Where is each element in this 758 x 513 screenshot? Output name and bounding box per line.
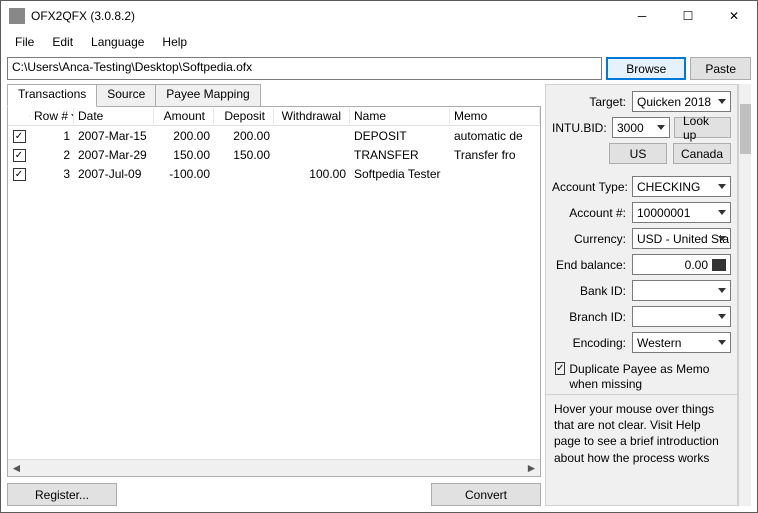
- cell-deposit: 200.00: [214, 128, 274, 144]
- titlebar: OFX2QFX (3.0.8.2) ─ ☐ ✕: [1, 1, 757, 31]
- main-row: Transactions Source Payee Mapping Row # …: [7, 84, 751, 506]
- table-row[interactable]: ✓ 3 2007-Jul-09 -100.00 100.00 Softpedia…: [8, 164, 540, 183]
- cell-withdrawal: [274, 154, 350, 156]
- col-memo[interactable]: Memo: [450, 108, 540, 124]
- tab-strip: Transactions Source Payee Mapping: [7, 84, 541, 106]
- cell-amount: 200.00: [154, 128, 214, 144]
- window-title: OFX2QFX (3.0.8.2): [31, 9, 619, 23]
- calendar-icon[interactable]: [712, 259, 726, 271]
- cell-name: TRANSFER: [350, 147, 450, 163]
- register-button[interactable]: Register...: [7, 483, 117, 506]
- settings-panel: Target: Quicken 2018 INTU.BID: 3000 Look…: [545, 84, 738, 506]
- menu-edit[interactable]: Edit: [44, 33, 81, 51]
- convert-button[interactable]: Convert: [431, 483, 541, 506]
- transactions-table: Row # Date Amount Deposit Withdrawal Nam…: [7, 106, 541, 477]
- col-checkbox[interactable]: [8, 115, 30, 117]
- cell-row: 3: [30, 166, 74, 182]
- tab-source[interactable]: Source: [96, 84, 156, 106]
- encoding-label: Encoding:: [552, 336, 628, 350]
- cell-date: 2007-Jul-09: [74, 166, 154, 182]
- table-empty-area: [8, 183, 540, 459]
- target-select[interactable]: Quicken 2018: [632, 91, 731, 112]
- col-name[interactable]: Name: [350, 108, 450, 124]
- browse-button[interactable]: Browse: [606, 57, 686, 80]
- cell-row: 1: [30, 128, 74, 144]
- table-header: Row # Date Amount Deposit Withdrawal Nam…: [8, 107, 540, 126]
- duplicate-payee-label: Duplicate Payee as Memo when missing: [569, 362, 731, 392]
- branch-id-select[interactable]: [632, 306, 731, 327]
- hint-text: Hover your mouse over things that are no…: [546, 394, 737, 505]
- scroll-left-icon[interactable]: ◄: [8, 460, 25, 477]
- tab-payee-mapping[interactable]: Payee Mapping: [155, 84, 260, 106]
- file-path-input[interactable]: C:\Users\Anca-Testing\Desktop\Softpedia.…: [7, 57, 602, 80]
- canada-button[interactable]: Canada: [673, 143, 731, 164]
- col-row-number[interactable]: Row #: [30, 108, 74, 124]
- scroll-thumb[interactable]: [740, 104, 751, 154]
- scroll-right-icon[interactable]: ►: [523, 460, 540, 477]
- cell-memo: automatic de: [450, 128, 540, 144]
- col-amount[interactable]: Amount: [154, 108, 214, 124]
- target-label: Target:: [552, 95, 628, 109]
- horizontal-scrollbar[interactable]: ◄ ►: [8, 459, 540, 476]
- encoding-select[interactable]: Western: [632, 332, 731, 353]
- row-checkbox[interactable]: ✓: [13, 149, 26, 162]
- menubar: File Edit Language Help: [1, 31, 757, 53]
- bank-id-label: Bank ID:: [552, 284, 628, 298]
- content-area: C:\Users\Anca-Testing\Desktop\Softpedia.…: [1, 53, 757, 512]
- end-balance-input[interactable]: 0.00: [632, 254, 731, 275]
- paste-button[interactable]: Paste: [690, 57, 751, 80]
- minimize-button[interactable]: ─: [619, 1, 665, 31]
- cell-deposit: [214, 173, 274, 175]
- maximize-button[interactable]: ☐: [665, 1, 711, 31]
- cell-withdrawal: [274, 135, 350, 137]
- row-checkbox[interactable]: ✓: [13, 130, 26, 143]
- end-balance-label: End balance:: [552, 258, 628, 272]
- app-icon: [9, 8, 25, 24]
- duplicate-payee-checkbox[interactable]: ✓: [555, 362, 565, 375]
- left-panel: Transactions Source Payee Mapping Row # …: [7, 84, 541, 506]
- intubid-select[interactable]: 3000: [612, 117, 670, 138]
- menu-file[interactable]: File: [7, 33, 42, 51]
- cell-row: 2: [30, 147, 74, 163]
- cell-name: DEPOSIT: [350, 128, 450, 144]
- bank-id-select[interactable]: [632, 280, 731, 301]
- lookup-button[interactable]: Look up: [674, 117, 731, 138]
- currency-label: Currency:: [552, 232, 628, 246]
- tab-transactions[interactable]: Transactions: [7, 84, 97, 107]
- account-number-select[interactable]: 10000001: [632, 202, 731, 223]
- account-number-label: Account #:: [552, 206, 628, 220]
- table-row[interactable]: ✓ 2 2007-Mar-29 150.00 150.00 TRANSFER T…: [8, 145, 540, 164]
- cell-memo: Transfer fro: [450, 147, 540, 163]
- menu-help[interactable]: Help: [154, 33, 195, 51]
- vertical-scrollbar[interactable]: [738, 84, 751, 506]
- col-date[interactable]: Date: [74, 108, 154, 124]
- cell-amount: 150.00: [154, 147, 214, 163]
- table-row[interactable]: ✓ 1 2007-Mar-15 200.00 200.00 DEPOSIT au…: [8, 126, 540, 145]
- us-button[interactable]: US: [609, 143, 667, 164]
- cell-date: 2007-Mar-15: [74, 128, 154, 144]
- account-type-label: Account Type:: [552, 180, 628, 194]
- window-controls: ─ ☐ ✕: [619, 1, 757, 31]
- account-type-select[interactable]: CHECKING: [632, 176, 731, 197]
- close-button[interactable]: ✕: [711, 1, 757, 31]
- cell-name: Softpedia Tester: [350, 166, 450, 182]
- app-window: OFX2QFX (3.0.8.2) ─ ☐ ✕ File Edit Langua…: [0, 0, 758, 513]
- intubid-label: INTU.BID:: [552, 121, 608, 135]
- branch-id-label: Branch ID:: [552, 310, 628, 324]
- cell-deposit: 150.00: [214, 147, 274, 163]
- row-checkbox[interactable]: ✓: [13, 168, 26, 181]
- col-withdrawal[interactable]: Withdrawal: [274, 108, 350, 124]
- currency-select[interactable]: USD - United Sta: [632, 228, 731, 249]
- menu-language[interactable]: Language: [83, 33, 152, 51]
- bottom-buttons: Register... Convert: [7, 483, 541, 506]
- col-deposit[interactable]: Deposit: [214, 108, 274, 124]
- path-row: C:\Users\Anca-Testing\Desktop\Softpedia.…: [7, 57, 751, 80]
- cell-amount: -100.00: [154, 166, 214, 182]
- cell-date: 2007-Mar-29: [74, 147, 154, 163]
- cell-memo: [450, 173, 540, 175]
- cell-withdrawal: 100.00: [274, 166, 350, 182]
